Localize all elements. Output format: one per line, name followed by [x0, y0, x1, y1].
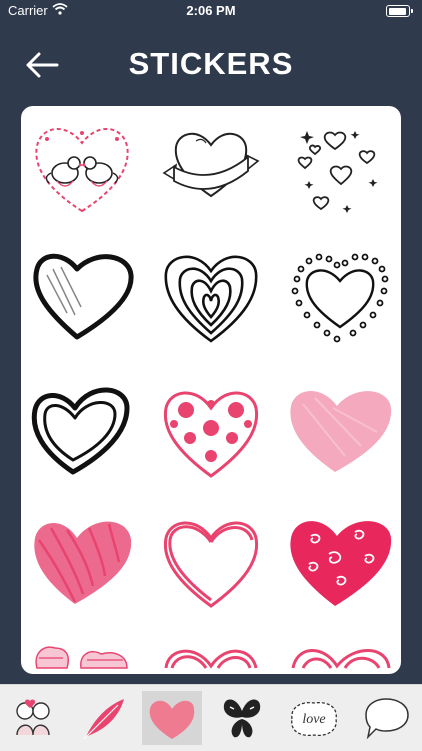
tab-heart[interactable]: [142, 691, 202, 745]
tab-feather[interactable]: [74, 691, 134, 745]
sticker-pink-chalk-heart[interactable]: [285, 376, 395, 486]
sticker-heart-banner[interactable]: [156, 111, 266, 221]
small-hearts-icon: [297, 131, 378, 213]
tab-love-text[interactable]: love: [284, 691, 344, 745]
status-bar: Carrier 2:06 PM: [0, 0, 422, 22]
scribble-heart-icon: [34, 521, 132, 604]
pattern-heart-icon: [35, 646, 128, 669]
love-word-text: love: [302, 712, 325, 727]
layered-heart-icon: [164, 255, 258, 343]
tab-couple[interactable]: [3, 691, 63, 745]
sketch-heart-icon: [33, 253, 134, 340]
doodle-heart-icon: [291, 649, 391, 669]
sticker-polka-dot-heart[interactable]: [156, 376, 266, 486]
tab-speech-bubble[interactable]: [356, 691, 416, 745]
dotted-heart-icon: [291, 253, 389, 343]
heart-icon: [149, 700, 195, 739]
sticker-sketch-heart-black[interactable]: [27, 241, 137, 351]
page-title: STICKERS: [128, 46, 294, 81]
swirl-heart-icon: [290, 521, 392, 606]
speech-bubble-icon: [365, 698, 409, 740]
sticker-pink-loop-heart[interactable]: [156, 634, 266, 674]
sticker-pink-outline-heart[interactable]: [156, 506, 266, 616]
sticker-pink-scribble-heart[interactable]: [27, 506, 137, 616]
sticker-pink-swirl-heart[interactable]: [285, 506, 395, 616]
chalk-heart-icon: [290, 390, 392, 472]
status-time: 2:06 PM: [186, 3, 236, 18]
outline-heart-icon: [31, 387, 130, 475]
couple-icon: [16, 699, 50, 736]
sticker-layered-heart[interactable]: [156, 241, 266, 351]
love-birds-heart-icon: [35, 127, 129, 213]
tab-butterfly[interactable]: [212, 691, 272, 745]
loop-heart-icon: [164, 649, 258, 669]
butterfly-icon: [223, 699, 261, 738]
sticker-pink-doodle-heart[interactable]: [285, 634, 395, 674]
sticker-dotted-heart[interactable]: [285, 241, 395, 351]
polka-heart-icon: [163, 391, 259, 478]
sticker-scattered-hearts[interactable]: [285, 111, 395, 221]
heart-ribbon-icon: [162, 133, 260, 198]
battery-icon: [386, 5, 413, 17]
sticker-pink-pattern-heart[interactable]: [27, 634, 137, 674]
love-word-icon: love: [291, 701, 337, 737]
pink-outline-heart-icon: [163, 521, 259, 608]
sticker-birds-heart-wreath[interactable]: [27, 111, 137, 221]
category-tab-bar: love: [0, 684, 422, 751]
sticker-panel[interactable]: [21, 106, 401, 674]
feather-icon: [83, 699, 124, 740]
sticker-double-outline-heart[interactable]: [27, 376, 137, 486]
